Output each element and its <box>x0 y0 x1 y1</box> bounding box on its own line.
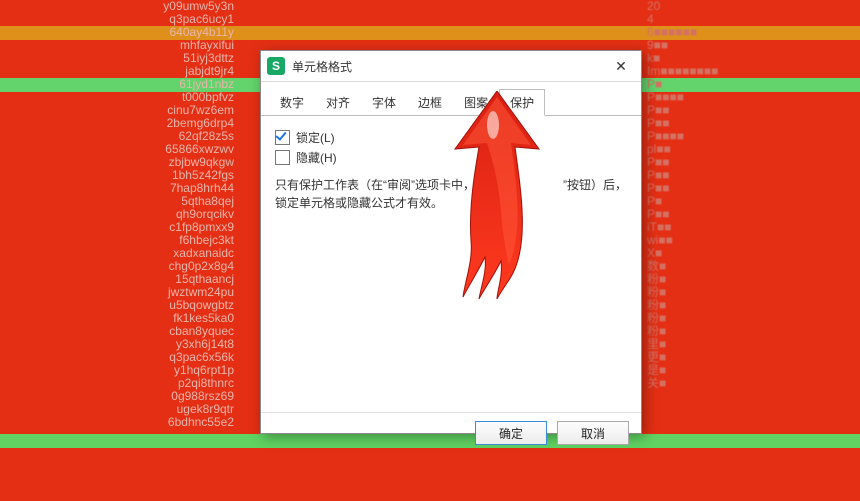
sheet-cell[interactable]: cban8yquec <box>0 325 240 338</box>
sheet-cell[interactable]: iT■■ <box>641 221 860 234</box>
sheet-cell[interactable]: P■■■■ <box>641 91 860 104</box>
sheet-cell[interactable]: y3xh6j14t8 <box>0 338 240 351</box>
sheet-cell[interactable]: 粉■ <box>641 299 860 312</box>
dialog-tabs: 数字对齐字体边框图案保护 <box>261 82 641 116</box>
hide-checkbox[interactable] <box>275 150 290 165</box>
wps-app-icon <box>267 57 285 75</box>
sheet-cell[interactable]: t000bpfvz <box>0 91 240 104</box>
dialog-title: 单元格格式 <box>292 58 607 75</box>
sheet-cell[interactable]: p2qi8thnrc <box>0 377 240 390</box>
sheet-cell[interactable]: 62qf28z5s <box>0 130 240 143</box>
sheet-cell[interactable]: P■■ <box>641 104 860 117</box>
tab-protect[interactable]: 保护 <box>499 89 545 116</box>
sheet-cell[interactable]: cinu7wz6em <box>0 104 240 117</box>
sheet-cell[interactable]: 数■ <box>641 260 860 273</box>
sheet-cell[interactable]: 61jyd1nbz <box>0 78 240 91</box>
sheet-cell[interactable]: u5bqowgbtz <box>0 299 240 312</box>
sheet-cell[interactable]: 粉■ <box>641 312 860 325</box>
lock-checkbox[interactable] <box>275 130 290 145</box>
tab-align[interactable]: 对齐 <box>315 89 361 116</box>
sheet-cell[interactable]: fk1kes5ka0 <box>0 312 240 325</box>
close-icon[interactable]: ✕ <box>607 55 635 77</box>
sheet-cell[interactable]: 5qtha8qej <box>0 195 240 208</box>
dialog-body: 锁定(L) 隐藏(H) 只有保护工作表（在“审阅”选项卡中，点击“保护工作表”按… <box>261 116 641 412</box>
sheet-cell[interactable]: Im■■■■■■■■ <box>641 65 860 78</box>
tab-pattern[interactable]: 图案 <box>453 89 499 116</box>
sheet-cell[interactable]: y09umw5y3n <box>0 0 240 13</box>
lock-checkbox-label: 锁定(L) <box>296 129 335 146</box>
sheet-cell[interactable]: 9■■ <box>641 39 860 52</box>
sheet-cell[interactable]: 是■ <box>641 364 860 377</box>
tab-border[interactable]: 边框 <box>407 89 453 116</box>
sheet-cell[interactable]: P■ <box>641 78 860 91</box>
sheet-cell[interactable]: P■■■■ <box>641 130 860 143</box>
sheet-cell[interactable]: 关■ <box>641 377 860 390</box>
sheet-cell[interactable]: 1bh5z42fgs <box>0 169 240 182</box>
sheet-cell[interactable]: f6hbejc3kt <box>0 234 240 247</box>
sheet-cell[interactable]: 粉■ <box>641 286 860 299</box>
sheet-cell[interactable]: P■■ <box>641 208 860 221</box>
tab-font[interactable]: 字体 <box>361 89 407 116</box>
dialog-footer: 确定 取消 <box>261 412 641 453</box>
sheet-cell[interactable]: 2bemg6drp4 <box>0 117 240 130</box>
sheet-cell[interactable]: P■■ <box>641 182 860 195</box>
sheet-cell[interactable]: 更■ <box>641 351 860 364</box>
sheet-cell[interactable]: c1fp8pmxx9 <box>0 221 240 234</box>
hide-checkbox-label: 隐藏(H) <box>296 149 337 166</box>
sheet-cell[interactable]: jabjdt9jr4 <box>0 65 240 78</box>
sheet-cell[interactable]: 6■■■■■■ <box>641 26 860 39</box>
hide-checkbox-row[interactable]: 隐藏(H) <box>275 149 627 166</box>
tab-number[interactable]: 数字 <box>269 89 315 116</box>
sheet-cell[interactable]: 7hap8hrh44 <box>0 182 240 195</box>
sheet-cell[interactable]: chg0p2x8g4 <box>0 260 240 273</box>
sheet-column-right: 2046■■■■■■9■■k■Im■■■■■■■■P■P■■■■P■■P■■P■… <box>641 0 860 501</box>
sheet-cell[interactable]: zbjbw9qkgw <box>0 156 240 169</box>
sheet-cell[interactable]: xadxanaidc <box>0 247 240 260</box>
cell-format-dialog: 单元格格式 ✕ 数字对齐字体边框图案保护 锁定(L) 隐藏(H) 只有保护工作表… <box>260 50 642 434</box>
sheet-cell[interactable]: q3pac6x56k <box>0 351 240 364</box>
sheet-cell[interactable]: P■ <box>641 195 860 208</box>
sheet-cell[interactable]: 里■ <box>641 338 860 351</box>
sheet-cell[interactable]: 粉■ <box>641 325 860 338</box>
sheet-cell[interactable]: 51iyj3dttz <box>0 52 240 65</box>
sheet-cell[interactable]: q3pac6ucy1 <box>0 13 240 26</box>
sheet-cell[interactable]: 0g988rsz69 <box>0 390 240 403</box>
sheet-cell[interactable]: wi■■ <box>641 234 860 247</box>
sheet-cell[interactable]: X■ <box>641 247 860 260</box>
protection-hint: 只有保护工作表（在“审阅”选项卡中，点击“保护工作表”按钮）后，锁定单元格或隐藏… <box>275 176 627 212</box>
sheet-cell[interactable]: qh9orqcikv <box>0 208 240 221</box>
cancel-button[interactable]: 取消 <box>557 421 629 445</box>
sheet-cell[interactable]: 4 <box>641 13 860 26</box>
sheet-cell[interactable]: P■■ <box>641 169 860 182</box>
sheet-cell[interactable]: y1hq6rpt1p <box>0 364 240 377</box>
sheet-cell[interactable]: 20 <box>641 0 860 13</box>
sheet-cell[interactable]: k■ <box>641 52 860 65</box>
sheet-cell[interactable]: 15qthaancj <box>0 273 240 286</box>
sheet-cell[interactable]: jwztwm24pu <box>0 286 240 299</box>
sheet-cell[interactable]: pl■■ <box>641 143 860 156</box>
sheet-cell[interactable]: mhfayxifui <box>0 39 240 52</box>
sheet-cell[interactable]: 粉■ <box>641 273 860 286</box>
sheet-cell[interactable]: 640ay4b11y <box>0 26 240 39</box>
lock-checkbox-row[interactable]: 锁定(L) <box>275 129 627 146</box>
sheet-cell[interactable]: 65866xwzwv <box>0 143 240 156</box>
sheet-cell[interactable]: P■■ <box>641 117 860 130</box>
sheet-cell[interactable]: 6bdhnc55e2 <box>0 416 240 429</box>
sheet-cell[interactable]: ugek8r9qtr <box>0 403 240 416</box>
sheet-cell[interactable]: P■■ <box>641 156 860 169</box>
ok-button[interactable]: 确定 <box>475 421 547 445</box>
dialog-titlebar[interactable]: 单元格格式 ✕ <box>261 51 641 82</box>
sheet-column-left: y09umw5y3nq3pac6ucy1640ay4b11ymhfayxifui… <box>0 0 240 501</box>
